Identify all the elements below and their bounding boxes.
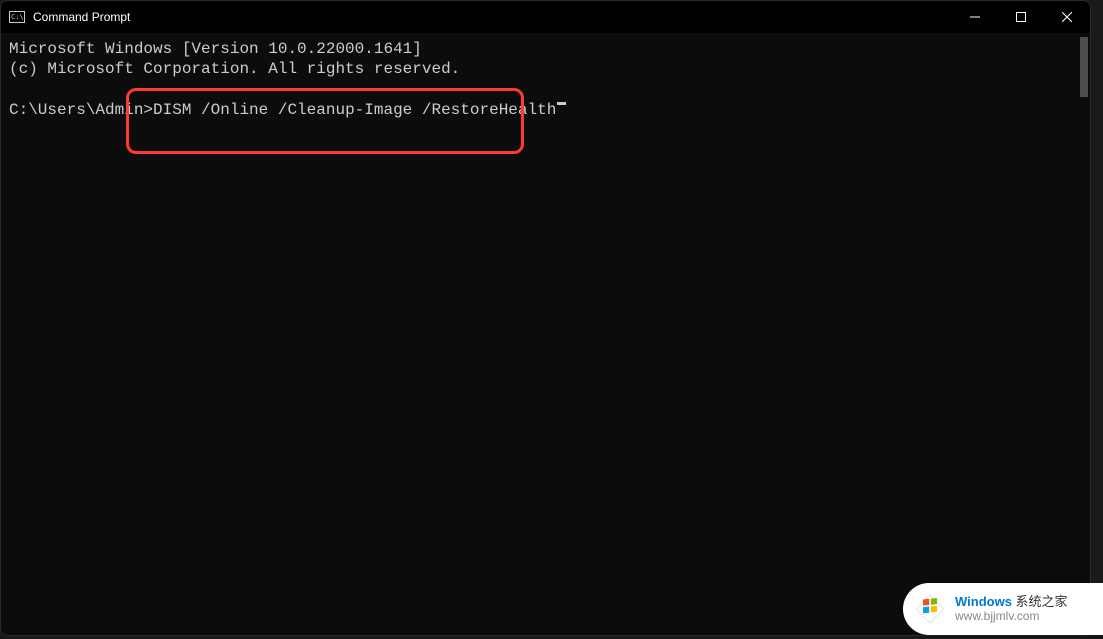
terminal-command: DISM /Online /Cleanup-Image /RestoreHeal… [153, 100, 556, 120]
svg-text:C:\: C:\ [11, 13, 24, 21]
watermark-badge: Windows 系统之家 www.bjjmlv.com [903, 583, 1103, 635]
maximize-button[interactable] [998, 1, 1044, 33]
terminal-blank-line [9, 80, 1082, 100]
window-title: Command Prompt [33, 10, 130, 24]
terminal-cursor [557, 102, 566, 105]
titlebar[interactable]: C:\ Command Prompt [1, 1, 1090, 33]
terminal-line-copyright: (c) Microsoft Corporation. All rights re… [9, 59, 1082, 79]
terminal-line-version: Microsoft Windows [Version 10.0.22000.16… [9, 39, 1082, 59]
window-controls [952, 1, 1090, 33]
terminal-prompt-line: C:\Users\Admin>DISM /Online /Cleanup-Ima… [9, 100, 1082, 120]
vertical-scrollbar[interactable] [1080, 37, 1088, 97]
command-prompt-window: C:\ Command Prompt Microsoft Windows [Ve… [0, 0, 1091, 636]
close-button[interactable] [1044, 1, 1090, 33]
terminal-body[interactable]: Microsoft Windows [Version 10.0.22000.16… [1, 33, 1090, 635]
cmd-icon: C:\ [9, 9, 25, 25]
terminal-prompt: C:\Users\Admin> [9, 100, 153, 120]
watermark-cn: 系统之家 [1012, 594, 1068, 609]
windows-logo-icon [913, 592, 947, 626]
watermark-brand: Windows [955, 594, 1012, 609]
watermark-text: Windows 系统之家 www.bjjmlv.com [955, 595, 1068, 622]
minimize-button[interactable] [952, 1, 998, 33]
watermark-url: www.bjjmlv.com [955, 610, 1068, 623]
